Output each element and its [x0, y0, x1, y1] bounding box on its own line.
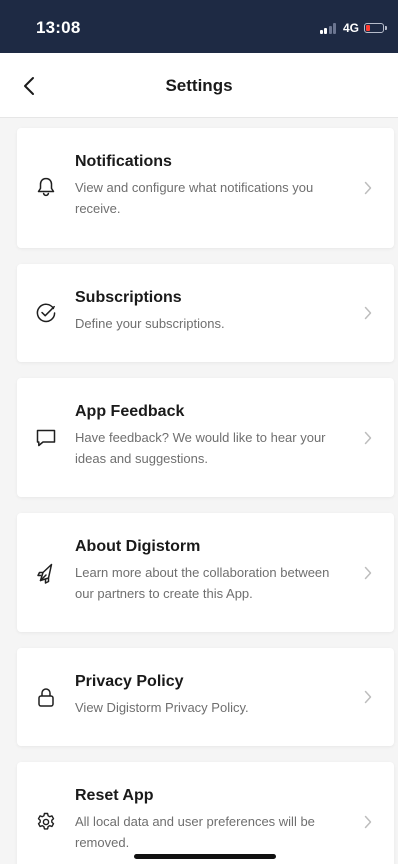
settings-list: Notifications View and configure what no… [0, 117, 398, 864]
chevron-right-icon [362, 430, 374, 446]
check-circle-icon [35, 302, 57, 324]
chevron-right-icon [362, 180, 374, 196]
settings-item-app-feedback[interactable]: App Feedback Have feedback? We would lik… [17, 378, 394, 497]
settings-item-description: Have feedback? We would like to hear you… [75, 430, 326, 466]
page-title: Settings [165, 76, 233, 95]
settings-item-title: App Feedback [75, 403, 185, 420]
status-bar: 13:08 4G [0, 0, 398, 53]
chevron-right-icon [362, 305, 374, 321]
settings-item-description: Learn more about the collaboration betwe… [75, 565, 330, 601]
settings-item-about[interactable]: About Digistorm Learn more about the col… [17, 513, 394, 632]
status-indicators: 4G [319, 21, 387, 35]
status-time: 13:08 [36, 18, 81, 37]
network-label: 4G [342, 21, 359, 35]
battery-icon [364, 23, 387, 33]
chevron-right-icon [362, 565, 374, 581]
lock-icon [35, 686, 57, 708]
settings-item-notifications[interactable]: Notifications View and configure what no… [17, 128, 394, 248]
settings-item-title: About Digistorm [75, 538, 201, 555]
settings-item-reset-app[interactable]: Reset App All local data and user prefer… [17, 762, 394, 864]
settings-item-description: All local data and user preferences will… [75, 814, 315, 850]
settings-item-description: View Digistorm Privacy Policy. [75, 700, 249, 715]
chevron-right-icon [362, 689, 374, 705]
chat-bubble-icon [35, 427, 57, 449]
chevron-right-icon [362, 814, 374, 830]
bell-icon [35, 176, 57, 198]
settings-item-description: Define your subscriptions. [75, 316, 225, 331]
nav-bar: Settings [0, 53, 398, 118]
settings-item-title: Subscriptions [75, 289, 182, 306]
settings-item-description: View and configure what notifications yo… [75, 180, 314, 216]
home-indicator [134, 854, 276, 859]
settings-item-privacy-policy[interactable]: Privacy Policy View Digistorm Privacy Po… [17, 648, 394, 746]
signal-icon [319, 22, 338, 34]
gear-icon [35, 811, 57, 833]
rocket-icon [35, 562, 57, 584]
settings-item-title: Privacy Policy [75, 673, 184, 690]
settings-item-title: Notifications [75, 153, 172, 170]
settings-item-subscriptions[interactable]: Subscriptions Define your subscriptions. [17, 264, 394, 362]
settings-item-title: Reset App [75, 787, 154, 804]
battery-level [366, 25, 370, 31]
